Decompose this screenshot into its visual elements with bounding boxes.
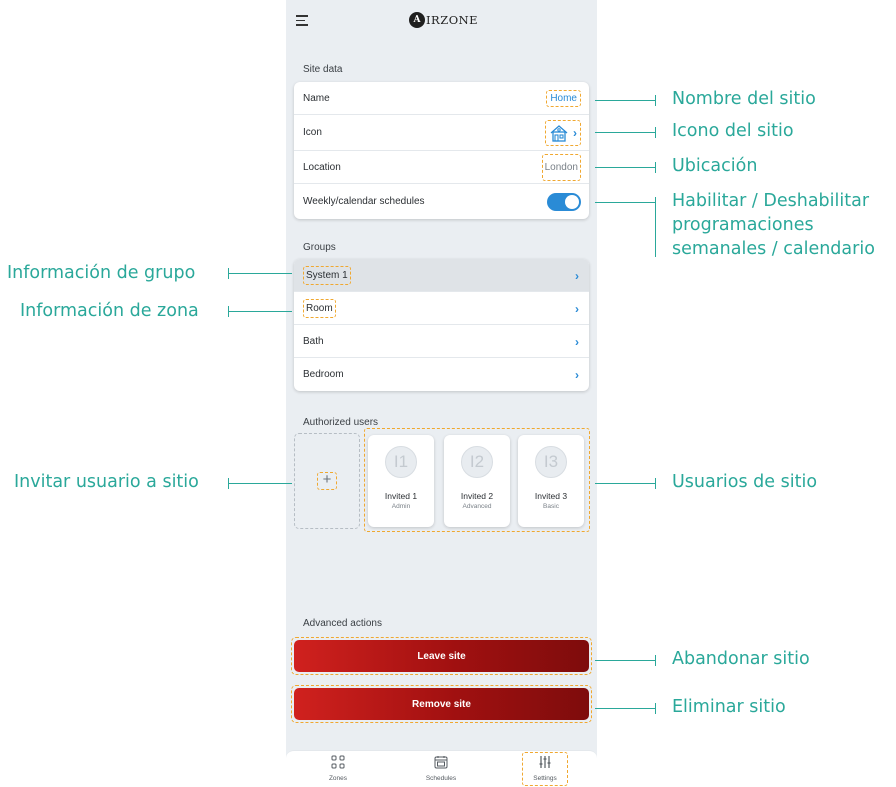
- phone-screen: A IRZONE Site data Name Home Icon › Loca…: [286, 0, 597, 787]
- user-role: Basic: [543, 503, 559, 510]
- callout-line: [595, 100, 655, 101]
- chevron-right-icon: ›: [575, 335, 579, 349]
- user-name: Invited 3: [534, 491, 568, 501]
- site-icon-label: Icon: [303, 127, 322, 138]
- sliders-icon: [523, 755, 567, 773]
- callout-group-info: Información de grupo: [7, 263, 196, 283]
- user-card[interactable]: I2 Invited 2 Advanced: [444, 435, 510, 527]
- callout-line: [595, 483, 655, 484]
- callout-bracket: [655, 197, 656, 257]
- zone-item-label: Room: [303, 298, 336, 318]
- calendar-icon: [411, 755, 471, 773]
- chevron-right-icon: ›: [573, 125, 577, 140]
- zone-item-room[interactable]: Room ›: [294, 292, 589, 325]
- callout-leave-site: Abandonar sitio: [672, 649, 810, 669]
- logo-text: IRZONE: [426, 13, 479, 27]
- callout-tick: [655, 655, 656, 666]
- user-role: Admin: [391, 503, 411, 510]
- authorized-users-heading: Authorized users: [303, 417, 379, 428]
- nav-settings[interactable]: Settings: [522, 752, 568, 786]
- house-icon: [550, 124, 568, 142]
- callout-tick: [655, 162, 656, 173]
- callout-schedules-2: programaciones: [672, 215, 814, 235]
- zone-item-label: Bedroom: [303, 369, 344, 380]
- schedules-label: Weekly/calendar schedules: [303, 196, 425, 207]
- callout-tick: [655, 478, 656, 489]
- chevron-right-icon: ›: [575, 368, 579, 382]
- location-value: London: [541, 153, 581, 181]
- site-name-label: Name: [303, 92, 330, 104]
- advanced-actions-heading: Advanced actions: [303, 618, 382, 629]
- groups-heading: Groups: [303, 242, 336, 253]
- schedules-row: Weekly/calendar schedules: [294, 184, 589, 219]
- site-name-row[interactable]: Name Home: [294, 82, 589, 115]
- user-name: Invited 2: [460, 491, 494, 501]
- user-name: Invited 1: [384, 491, 418, 501]
- chevron-right-icon: ›: [575, 302, 579, 316]
- menu-icon[interactable]: [296, 15, 310, 27]
- callout-line: [595, 167, 655, 168]
- user-card[interactable]: I3 Invited 3 Basic: [518, 435, 584, 527]
- callout-location: Ubicación: [672, 156, 758, 176]
- leave-site-button[interactable]: Leave site: [294, 640, 589, 672]
- callout-line: [595, 708, 655, 709]
- callout-schedules-3: semanales / calendario: [672, 239, 875, 259]
- callout-line: [228, 311, 292, 312]
- logo-mark: A: [409, 12, 425, 28]
- nav-label: Zones: [328, 775, 348, 782]
- callout-tick: [655, 703, 656, 714]
- location-row[interactable]: Location London: [294, 151, 589, 184]
- avatar: I3: [535, 446, 567, 478]
- callout-line: [228, 273, 292, 274]
- callout-line: [595, 202, 655, 203]
- callout-site-users: Usuarios de sitio: [672, 472, 818, 492]
- grid-icon: [308, 755, 368, 773]
- site-data-heading: Site data: [303, 64, 343, 75]
- callout-remove-site: Eliminar sitio: [672, 697, 786, 717]
- nav-schedules[interactable]: Schedules: [411, 755, 471, 782]
- site-icon-row[interactable]: Icon ›: [294, 115, 589, 151]
- group-item-system-1[interactable]: System 1 ›: [294, 259, 589, 292]
- site-icon-selector[interactable]: ›: [545, 119, 581, 146]
- plus-icon: +: [317, 472, 337, 490]
- nav-label: Settings: [533, 775, 557, 782]
- chevron-right-icon: ›: [575, 269, 579, 283]
- user-card[interactable]: I1 Invited 1 Admin: [368, 435, 434, 527]
- user-role: Advanced: [462, 503, 492, 510]
- nav-zones[interactable]: Zones: [308, 755, 368, 782]
- callout-line: [595, 132, 655, 133]
- callout-zone-info: Información de zona: [20, 301, 199, 321]
- avatar: I2: [461, 446, 493, 478]
- callout-line: [595, 660, 655, 661]
- callout-site-name: Nombre del sitio: [672, 89, 816, 109]
- zone-item-bath[interactable]: Bath ›: [294, 325, 589, 358]
- avatar: I1: [385, 446, 417, 478]
- remove-site-button[interactable]: Remove site: [294, 688, 589, 720]
- zone-item-label: Bath: [303, 335, 324, 347]
- bottom-nav: Zones Schedules Settings: [286, 750, 597, 787]
- callout-line: [228, 483, 292, 484]
- callout-site-icon: Icono del sitio: [672, 121, 794, 141]
- schedules-toggle[interactable]: [547, 192, 581, 211]
- site-data-card: Name Home Icon › Location London Weekly/…: [294, 82, 589, 219]
- callout-tick: [655, 95, 656, 106]
- top-bar: A IRZONE: [286, 0, 597, 44]
- invite-user-button[interactable]: +: [294, 433, 360, 529]
- site-name-value: Home: [546, 89, 581, 107]
- location-label: Location: [303, 161, 341, 173]
- callout-tick: [655, 127, 656, 138]
- group-item-label: System 1: [303, 265, 351, 285]
- nav-label: Schedules: [425, 775, 457, 782]
- callout-invite-user: Invitar usuario a sitio: [14, 472, 199, 492]
- groups-card: System 1 › Room › Bath › Bedroom ›: [294, 259, 589, 391]
- airzone-logo: A IRZONE: [409, 12, 478, 28]
- zone-item-bedroom[interactable]: Bedroom ›: [294, 358, 589, 391]
- site-users-list: I1 Invited 1 Admin I2 Invited 2 Advanced…: [364, 428, 590, 532]
- callout-schedules-1: Habilitar / Deshabilitar: [672, 191, 870, 211]
